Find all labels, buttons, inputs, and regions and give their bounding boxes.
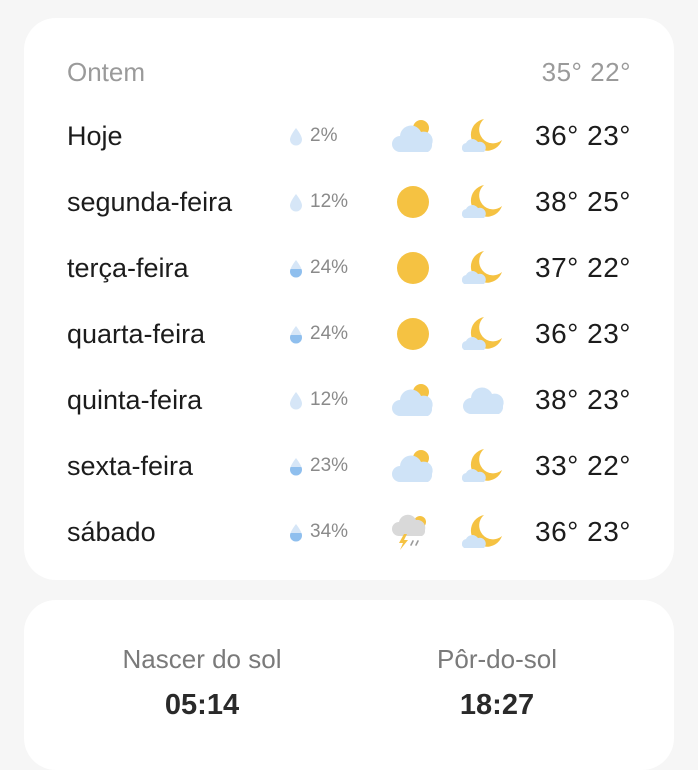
raindrop-icon [289,127,303,146]
thunderstorm-icon [391,512,435,552]
sun-icon [391,182,435,222]
forecast-row[interactable]: terça-feira 24% 37° 22° [24,250,674,316]
partly-cloudy-icon [391,380,435,420]
day-name: sexta-feira [67,451,194,481]
sun-icon [391,314,435,354]
precipitation-value: 12% [310,191,349,212]
day-name: sábado [67,517,156,547]
day-name: terça-feira [67,253,189,283]
yesterday-row[interactable]: Ontem 35° 22° [67,54,631,90]
sunset-time: 18:27 [459,689,535,721]
raindrop-icon [289,193,303,212]
yesterday-temps: 35° 22° [541,56,631,87]
forecast-row[interactable]: segunda-feira 12% 38° 25° [24,184,674,250]
partly-cloudy-night-icon [462,182,506,222]
high-low-temps: 37° 22° [535,252,631,283]
sun-card: Nascer do sol 05:14 Pôr-do-sol 18:27 [24,600,674,770]
precipitation-value: 34% [310,521,349,542]
partly-cloudy-night-icon [462,248,506,288]
partly-cloudy-night-icon [462,314,506,354]
partly-cloudy-icon [391,116,435,156]
forecast-row[interactable]: sábado 34% 36° 23° [24,514,674,580]
precipitation: 23% [289,448,348,484]
high-low-temps: 38° 25° [535,186,631,217]
precipitation-value: 12% [310,389,349,410]
raindrop-icon [289,259,303,278]
partly-cloudy-night-icon [462,116,506,156]
sunrise-label: Nascer do sol [122,644,282,674]
high-low-temps: 33° 22° [535,450,631,481]
high-low-temps: 36° 23° [535,120,631,151]
high-low-temps: 38° 23° [535,384,631,415]
precipitation: 24% [289,316,348,352]
forecast-row[interactable]: quarta-feira 24% 36° 23° [24,316,674,382]
sunset-block: Pôr-do-sol 18:27 [367,642,627,722]
precipitation-value: 24% [310,257,349,278]
yesterday-label: Ontem [67,56,146,87]
forecast-card: Ontem 35° 22° Hoje 2% 36° 23° segunda-feira… [24,18,674,580]
partly-cloudy-night-icon [462,512,506,552]
raindrop-icon [289,325,303,344]
precipitation: 2% [289,118,337,154]
raindrop-icon [289,523,303,542]
day-name: segunda-feira [67,187,233,217]
partly-cloudy-night-icon [462,446,506,486]
precipitation-value: 2% [310,125,338,146]
forecast-list: Hoje 2% 36° 23° segunda-feira 12% 38° 25° terç… [24,118,674,580]
raindrop-icon [289,457,303,476]
precipitation-value: 23% [310,455,349,476]
precipitation: 24% [289,250,348,286]
day-name: Hoje [67,121,123,151]
sunrise-time: 05:14 [164,689,240,721]
precipitation: 34% [289,514,348,550]
day-name: quinta-feira [67,385,203,415]
high-low-temps: 36° 23° [535,318,631,349]
high-low-temps: 36° 23° [535,516,631,547]
cloud-icon [462,380,506,420]
precipitation: 12% [289,382,348,418]
precipitation: 12% [289,184,348,220]
partly-cloudy-icon [391,446,435,486]
sunset-label: Pôr-do-sol [437,644,557,674]
raindrop-icon [289,391,303,410]
sun-icon [391,248,435,288]
forecast-row[interactable]: quinta-feira 12% 38° 23° [24,382,674,448]
forecast-row[interactable]: Hoje 2% 36° 23° [24,118,674,184]
precipitation-value: 24% [310,323,349,344]
sunrise-block: Nascer do sol 05:14 [72,642,332,722]
day-name: quarta-feira [67,319,206,349]
forecast-row[interactable]: sexta-feira 23% 33° 22° [24,448,674,514]
